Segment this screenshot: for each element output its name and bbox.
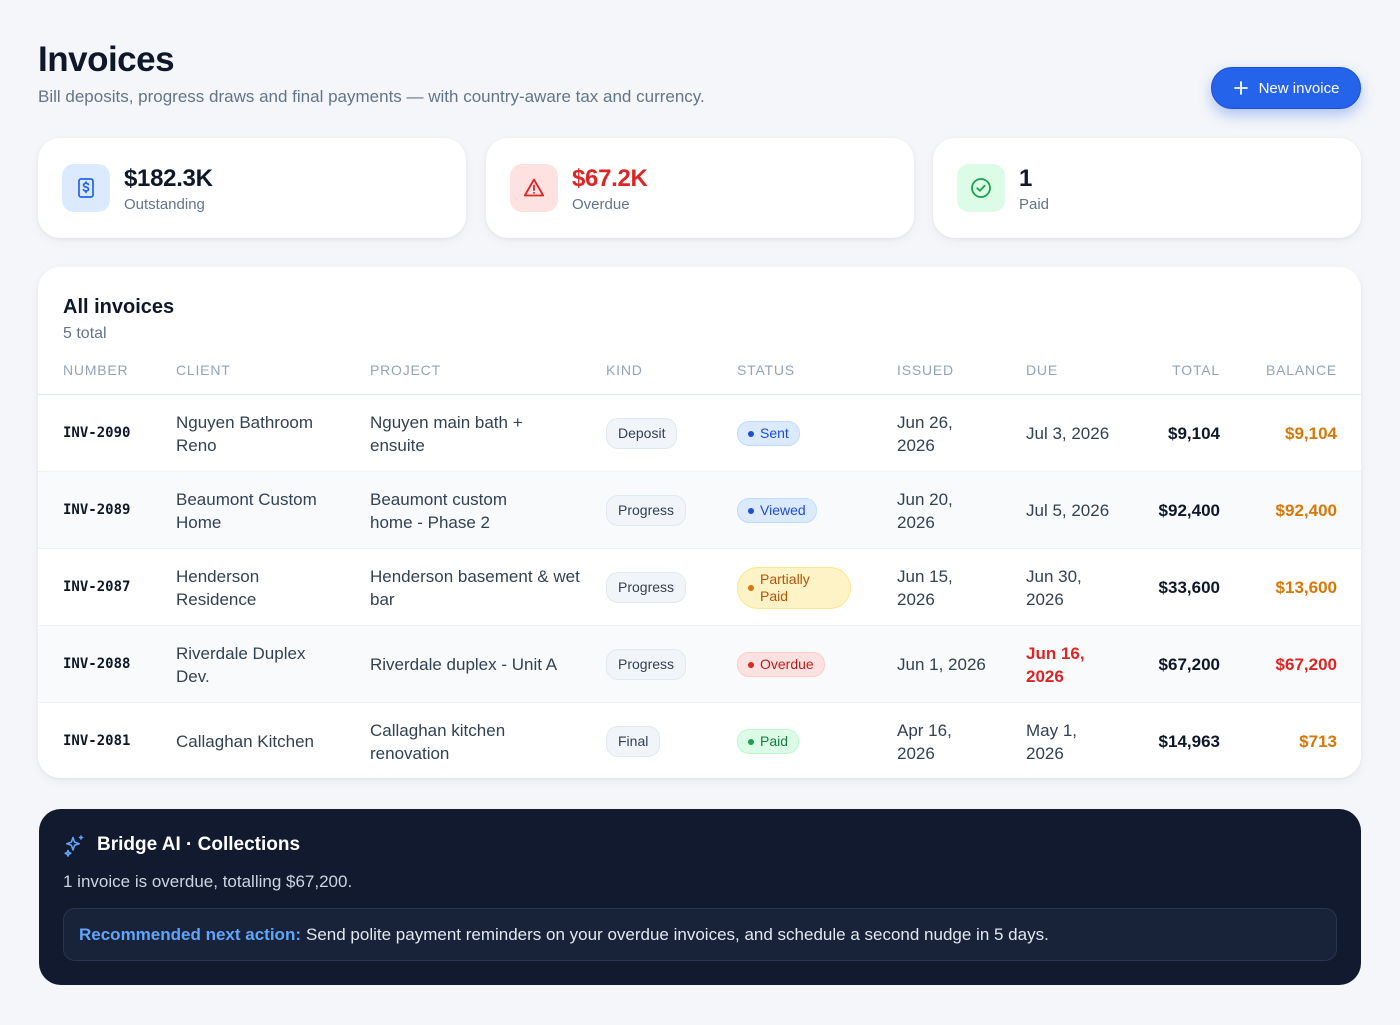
invoice-issued-date: Jun 26, 2026 xyxy=(897,412,953,455)
invoice-project: Callaghan kitchen renovation xyxy=(370,720,506,763)
invoice-client: Riverdale Duplex Dev. xyxy=(176,643,306,686)
invoice-project: Beaumont custom home - Phase 2 xyxy=(370,489,508,532)
status-badge: Partially Paid xyxy=(737,566,851,609)
status-badge: Overdue xyxy=(737,652,825,677)
table-row[interactable]: INV-2087 Henderson Residence Henderson b… xyxy=(38,549,1361,626)
ai-title-row: Bridge AI · Collections xyxy=(63,833,300,857)
status-badge: Viewed xyxy=(737,498,817,523)
status-dot xyxy=(748,738,754,745)
status-dot xyxy=(748,507,754,514)
invoice-total: $33,600 xyxy=(1158,578,1220,597)
status-label: Partially Paid xyxy=(760,570,810,604)
table-row[interactable]: INV-2088 Riverdale Duplex Dev. Riverdale… xyxy=(38,626,1361,703)
new-invoice-label: New invoice xyxy=(1258,79,1340,97)
page-subtitle: Bill deposits, progress draws and final … xyxy=(38,87,705,106)
invoice-balance: $67,200 xyxy=(1275,655,1337,674)
status-badge: Sent xyxy=(737,421,800,446)
stat-value: $67.2K xyxy=(572,165,648,192)
dollar-receipt-icon xyxy=(62,164,110,212)
status-label: Overdue xyxy=(760,656,814,672)
stat-value: $182.3K xyxy=(124,165,213,192)
invoice-due-date: May 1, 2026 xyxy=(1026,720,1078,763)
ai-recommendation-text: Send polite payment reminders on your ov… xyxy=(306,924,1049,944)
table-row[interactable]: INV-2090 Nguyen Bathroom Reno Nguyen mai… xyxy=(38,395,1361,472)
stat-card-paid: 1 Paid xyxy=(933,138,1361,238)
column-header-due[interactable]: Due xyxy=(1026,362,1058,378)
plus-icon xyxy=(1233,81,1248,95)
kind-badge: Progress xyxy=(606,649,687,680)
invoice-number[interactable]: INV-2081 xyxy=(63,703,143,778)
invoices-table-card: All invoices 5 total Number Client Proje… xyxy=(38,267,1361,778)
kind-badge: Progress xyxy=(606,495,687,526)
status-badge: Paid xyxy=(737,729,800,754)
invoice-project: Nguyen main bath + ensuite xyxy=(370,412,523,455)
column-header-client[interactable]: Client xyxy=(176,362,231,378)
column-header-status[interactable]: Status xyxy=(737,362,795,378)
column-header-balance[interactable]: Balance xyxy=(1237,362,1337,378)
invoice-total: $92,400 xyxy=(1158,501,1220,520)
stat-value: 1 xyxy=(1019,165,1033,192)
ai-recommendation: Recommended next action: Send polite pay… xyxy=(63,908,1337,961)
invoice-issued-date: Jun 20, 2026 xyxy=(897,489,953,532)
status-dot xyxy=(748,430,754,437)
invoice-total: $9,104 xyxy=(1168,424,1220,443)
status-label: Sent xyxy=(760,425,789,441)
stat-label: Outstanding xyxy=(124,196,205,213)
kind-badge: Final xyxy=(606,726,661,757)
invoice-client: Henderson Residence xyxy=(176,566,260,609)
ai-collections-panel: Bridge AI · Collections 1 invoice is ove… xyxy=(39,809,1361,985)
stat-label: Overdue xyxy=(572,196,630,213)
stat-card-outstanding: $182.3K Outstanding xyxy=(38,138,466,238)
invoice-issued-date: Jun 1, 2026 xyxy=(897,655,986,674)
invoice-issued-date: Jun 15, 2026 xyxy=(897,566,953,609)
kind-badge: Progress xyxy=(606,572,687,603)
invoice-number[interactable]: INV-2090 xyxy=(63,395,143,472)
invoice-balance: $713 xyxy=(1299,732,1337,751)
table-count: 5 total xyxy=(63,325,107,342)
invoice-due-date: Jul 5, 2026 xyxy=(1026,501,1110,520)
page-title: Invoices xyxy=(38,40,175,79)
invoice-client: Callaghan Kitchen xyxy=(176,732,314,751)
invoice-due-date: Jun 30, 2026 xyxy=(1026,566,1082,609)
ai-summary: 1 invoice is overdue, totalling $67,200. xyxy=(63,872,353,891)
table-row[interactable]: INV-2089 Beaumont Custom Home Beaumont c… xyxy=(38,472,1361,549)
table-row[interactable]: INV-2081 Callaghan Kitchen Callaghan kit… xyxy=(38,703,1361,778)
table-title: All invoices xyxy=(63,296,175,318)
stat-card-overdue: $67.2K Overdue xyxy=(486,138,914,238)
stat-label: Paid xyxy=(1019,196,1050,213)
invoice-number[interactable]: INV-2088 xyxy=(63,626,143,703)
invoice-client: Nguyen Bathroom Reno xyxy=(176,412,314,455)
invoice-balance: $92,400 xyxy=(1275,501,1337,520)
ai-panel-title: Bridge AI · Collections xyxy=(97,834,301,855)
sparkle-icon xyxy=(64,835,84,857)
invoice-total: $67,200 xyxy=(1158,655,1220,674)
column-header-number[interactable]: Number xyxy=(63,362,128,378)
status-dot xyxy=(748,584,754,591)
invoice-due-date: Jun 16, 2026 xyxy=(1026,643,1085,686)
status-label: Paid xyxy=(760,733,789,749)
column-header-total[interactable]: Total xyxy=(1120,362,1220,378)
invoice-total: $14,963 xyxy=(1158,732,1220,751)
invoice-due-date: Jul 3, 2026 xyxy=(1026,424,1110,443)
invoice-issued-date: Apr 16, 2026 xyxy=(897,720,952,763)
invoice-number[interactable]: INV-2087 xyxy=(63,549,143,626)
invoice-number[interactable]: INV-2089 xyxy=(63,472,143,549)
column-header-project[interactable]: Project xyxy=(370,362,441,378)
invoice-project: Henderson basement & wet bar xyxy=(370,566,580,609)
new-invoice-button[interactable]: New invoice xyxy=(1211,67,1361,109)
column-header-kind[interactable]: Kind xyxy=(606,362,643,378)
check-circle-icon xyxy=(957,164,1005,212)
invoice-project: Riverdale duplex - Unit A xyxy=(370,655,558,674)
invoice-balance: $9,104 xyxy=(1285,424,1337,443)
column-header-issued[interactable]: Issued xyxy=(897,362,954,378)
warning-triangle-icon xyxy=(510,164,558,212)
status-dot xyxy=(748,661,754,668)
status-label: Viewed xyxy=(760,502,806,518)
kind-badge: Deposit xyxy=(606,418,678,449)
invoice-client: Beaumont Custom Home xyxy=(176,489,317,532)
ai-recommendation-label: Recommended next action: xyxy=(79,924,301,944)
invoice-balance: $13,600 xyxy=(1275,578,1337,597)
